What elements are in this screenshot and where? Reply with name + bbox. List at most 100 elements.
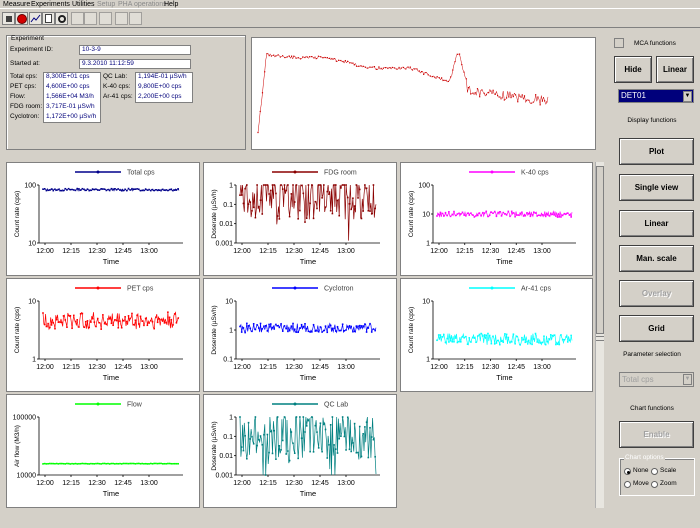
data-point (317, 447, 320, 449)
grid-button[interactable]: Grid (619, 315, 694, 342)
spectrum-point (539, 104, 541, 106)
data-point (143, 463, 145, 465)
overlay-button[interactable]: Overlay (619, 280, 694, 307)
stop-icon[interactable] (15, 12, 28, 25)
chart-total-cps[interactable]: Total cps 100 10 12:00 12:15 12:30 12:45 13:00 T… (6, 162, 200, 276)
data-point (50, 324, 53, 326)
plot-button[interactable]: Plot (619, 138, 694, 165)
data-point (66, 189, 68, 191)
wrench-icon[interactable] (84, 12, 97, 25)
x-tick-label: 12:15 (62, 248, 80, 255)
menu-help[interactable]: Help (164, 0, 178, 9)
data-point (311, 331, 313, 333)
chart-fdg-room[interactable]: FDG room 1 0.1 0.01 0.001 12:00 12:15 12:30 12:4… (203, 162, 397, 276)
man-scale-button[interactable]: Man. scale (619, 245, 694, 272)
menu-experiments[interactable]: Experiments (31, 0, 70, 9)
print-icon[interactable] (115, 12, 128, 25)
data-point (119, 320, 121, 322)
refresh-icon[interactable] (55, 12, 68, 25)
chart-functions-label: Chart functions (630, 405, 674, 412)
detector-select-value: DET01 (621, 91, 646, 100)
spectrum-point (378, 66, 380, 68)
radio-move[interactable] (624, 481, 631, 488)
data-point (436, 215, 438, 217)
chart-scrollbar[interactable] (595, 162, 604, 508)
x-tick-label: 12:15 (62, 480, 80, 487)
radio-zoom[interactable] (651, 481, 658, 488)
detector-select[interactable]: DET01 ▼ (618, 89, 694, 103)
data-point (163, 322, 166, 324)
spectrum-point (492, 89, 494, 91)
chevron-down-icon[interactable]: ▼ (683, 374, 692, 385)
chevron-down-icon[interactable]: ▼ (683, 91, 692, 102)
data-point (275, 323, 277, 326)
enable-button[interactable]: Enable (619, 421, 694, 448)
y-tick-label: 10 (225, 299, 233, 306)
data-point (304, 322, 306, 325)
menu-setup[interactable]: Setup (97, 0, 115, 9)
linear-mca-button[interactable]: Linear (656, 56, 694, 83)
data-point (521, 211, 523, 214)
spectrum-point (537, 96, 539, 98)
spectrum-point (528, 99, 530, 101)
mca-spectrum-plot[interactable] (251, 37, 596, 150)
copy-icon[interactable] (129, 12, 142, 25)
spectrum-point (338, 59, 340, 61)
data-point (266, 184, 269, 186)
y-tick-label: 10 (28, 299, 36, 306)
square-icon[interactable] (2, 12, 15, 25)
linear-button[interactable]: Linear (619, 210, 694, 237)
radio-none[interactable] (624, 468, 631, 475)
data-point (66, 326, 68, 328)
started-at-field[interactable]: 9.3.2010 11:12:59 (79, 59, 191, 69)
data-point (510, 341, 513, 343)
data-point (263, 184, 265, 186)
page-icon[interactable] (42, 12, 55, 25)
chart-cyclotron[interactable]: Cyclotron 10 1 0.1 12:00 12:15 12:30 12:45 13:00… (203, 278, 397, 392)
data-point (155, 189, 157, 191)
legend-marker (96, 170, 100, 174)
menu-utilities[interactable]: Utilities (72, 0, 95, 9)
save-icon[interactable] (71, 12, 84, 25)
x-axis-label: Time (300, 373, 316, 382)
y-tick-label: 1 (426, 357, 430, 364)
data-point (353, 205, 356, 207)
y-tick-label: 1 (32, 357, 36, 364)
data-point (93, 321, 96, 323)
chart-ar41-cps[interactable]: Ar-41 cps 10 1 12:00 12:15 12:30 12:45 13:00 Tim… (400, 278, 593, 392)
radio-scale[interactable] (651, 468, 658, 475)
chart-icon[interactable] (29, 12, 42, 25)
data-point (261, 443, 264, 446)
data-point (295, 331, 298, 333)
parameter-select[interactable]: Total cps ▼ (619, 372, 694, 387)
menu-measure[interactable]: Measure (3, 0, 30, 9)
chart-qc-lab[interactable]: QC Lab 1 0.1 0.01 0.001 12:00 12:15 12:30 12:45 1… (203, 394, 397, 508)
data-point (507, 336, 510, 339)
single-view-button[interactable]: Single view (619, 174, 694, 201)
data-point (468, 214, 471, 216)
data-point (353, 422, 356, 425)
chart-flow[interactable]: Flow 100000 10000 12:00 12:15 12:30 12:45 13:00… (6, 394, 200, 508)
y-tick-label: 1 (229, 183, 233, 190)
data-point (71, 188, 73, 191)
hide-button[interactable]: Hide (614, 56, 652, 83)
data-point (555, 215, 557, 217)
x-tick-label: 13:00 (140, 248, 158, 255)
data-point (88, 326, 90, 329)
scrollbar-splitter[interactable] (596, 336, 604, 341)
data-point (331, 327, 334, 330)
x-tick-label: 12:15 (259, 248, 277, 255)
scrollbar-thumb[interactable] (596, 166, 604, 334)
mca-checkbox[interactable] (614, 38, 624, 48)
pha-icon[interactable] (99, 12, 112, 25)
data-point (259, 199, 262, 202)
data-point (283, 416, 286, 418)
data-point (340, 329, 342, 332)
experiment-id-field[interactable]: 10-3-9 (79, 45, 191, 55)
data-point (151, 463, 154, 465)
spectrum-point (290, 55, 293, 57)
menu-pha-operations[interactable]: PHA operations (118, 0, 167, 9)
chart-pet-cps[interactable]: PET cps 10 1 12:00 12:15 12:30 12:45 13:00 Time C… (6, 278, 200, 392)
chart-k40-cps[interactable]: K-40 cps 100 10 1 12:00 12:15 12:30 12:45 13:00 T… (400, 162, 593, 276)
data-point (497, 339, 499, 342)
